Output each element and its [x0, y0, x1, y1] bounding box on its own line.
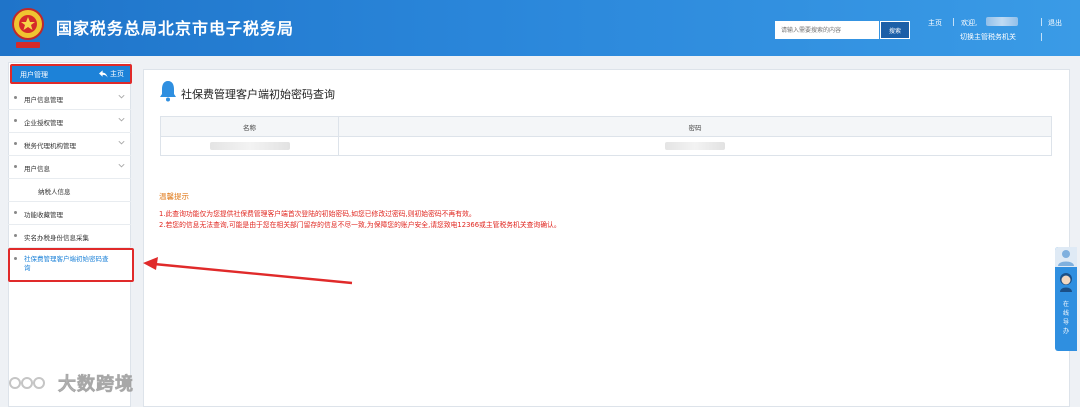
sidebar-home-label: 主页	[110, 70, 124, 78]
logout-link[interactable]: 退出	[1048, 18, 1062, 28]
search-input[interactable]	[775, 21, 879, 39]
site-title: 国家税务总局北京市电子税务局	[56, 19, 295, 38]
sidebar-item-user-info-management[interactable]: 用户信息管理	[8, 88, 131, 110]
bullet-icon	[14, 165, 17, 168]
chevron-down-icon	[118, 163, 125, 168]
sidebar-item-label: 用户信息管理	[24, 96, 63, 104]
online-guide-label[interactable]: 在线导办	[1061, 300, 1071, 336]
table-row	[160, 136, 1052, 156]
name-cell-blurred	[160, 136, 339, 156]
separator: |	[952, 17, 955, 26]
sidebar-item-enterprise-authorization[interactable]: 企业授权管理	[8, 111, 131, 133]
bullet-icon	[14, 96, 17, 99]
tip-line-2: 2.若您的信息无法查询,可能是由于您在相关部门留存的信息不尽一致,为保障您的账户…	[159, 221, 561, 229]
national-emblem-icon	[12, 8, 44, 48]
watermark-text: 大数跨境	[58, 374, 134, 396]
bullet-icon	[14, 234, 17, 237]
sidebar-subitem-taxpayer-info[interactable]: 纳税人信息	[8, 180, 131, 202]
table-header-row: 名称 密码	[160, 116, 1052, 137]
sidebar-item-favorites-management[interactable]: 功能收藏管理	[8, 203, 131, 225]
watermark-logo-icon	[9, 377, 45, 389]
password-cell-blurred	[338, 136, 1052, 156]
welcome-text: 欢迎,	[961, 19, 978, 27]
user-avatar-icon	[1055, 247, 1077, 267]
home-link[interactable]: 主页	[928, 18, 942, 28]
sidebar-item-social-security-password-query[interactable]: 社保费管理客户端初始密码查询	[8, 248, 134, 282]
page-title: 社保费管理客户端初始密码查询	[181, 88, 335, 101]
password-table: 名称 密码	[160, 116, 1052, 156]
tips-title: 温馨提示	[159, 192, 189, 201]
sidebar-header-label: 用户管理	[20, 71, 48, 79]
sidebar-item-user-info[interactable]: 用户信息	[8, 157, 131, 179]
sidebar-home-button[interactable]: 主页	[99, 69, 124, 79]
bell-icon	[160, 81, 176, 102]
watermark: 大数跨境	[8, 370, 134, 396]
back-arrow-icon	[99, 70, 108, 78]
sidebar-item-label: 社保费管理客户端初始密码查询	[24, 255, 109, 272]
sidebar-item-label: 企业授权管理	[24, 119, 63, 127]
bullet-icon	[14, 211, 17, 214]
bullet-icon	[14, 119, 17, 122]
column-header-password: 密码	[338, 116, 1052, 137]
username-blurred	[986, 17, 1018, 26]
tip-line-1: 1.此查询功能仅为您提供社保费管理客户端首次登陆的初始密码,如您已修改过密码,则…	[159, 210, 476, 218]
switch-tax-office-link[interactable]: 切换主管税务机关	[960, 32, 1016, 42]
chevron-down-icon	[118, 140, 125, 145]
search-button[interactable]: 搜索	[880, 21, 910, 39]
sidebar-item-label: 实名办税身份信息采集	[24, 234, 89, 242]
sidebar-item-label: 纳税人信息	[38, 188, 71, 196]
sidebar-item-label: 用户信息	[24, 165, 50, 173]
sidebar-item-realname-identity-collection[interactable]: 实名办税身份信息采集	[8, 226, 131, 248]
bullet-icon	[14, 142, 17, 145]
top-header: 国家税务总局北京市电子税务局 搜索 主页 | 欢迎, | 退出 切换主管税务机关…	[0, 0, 1080, 56]
column-header-name: 名称	[160, 116, 339, 137]
separator: |	[1040, 17, 1043, 26]
bullet-icon	[14, 257, 17, 260]
sidebar-item-label: 税务代理机构管理	[24, 142, 76, 150]
chevron-down-icon	[118, 94, 125, 99]
sidebar-item-label: 功能收藏管理	[24, 211, 63, 219]
separator: |	[1040, 32, 1043, 41]
sidebar-header[interactable]: 用户管理 主页	[10, 64, 132, 84]
sidebar-item-tax-agent-management[interactable]: 税务代理机构管理	[8, 134, 131, 156]
chevron-down-icon	[118, 117, 125, 122]
service-agent-icon	[1060, 273, 1072, 292]
annotation-arrow-icon	[143, 257, 353, 285]
